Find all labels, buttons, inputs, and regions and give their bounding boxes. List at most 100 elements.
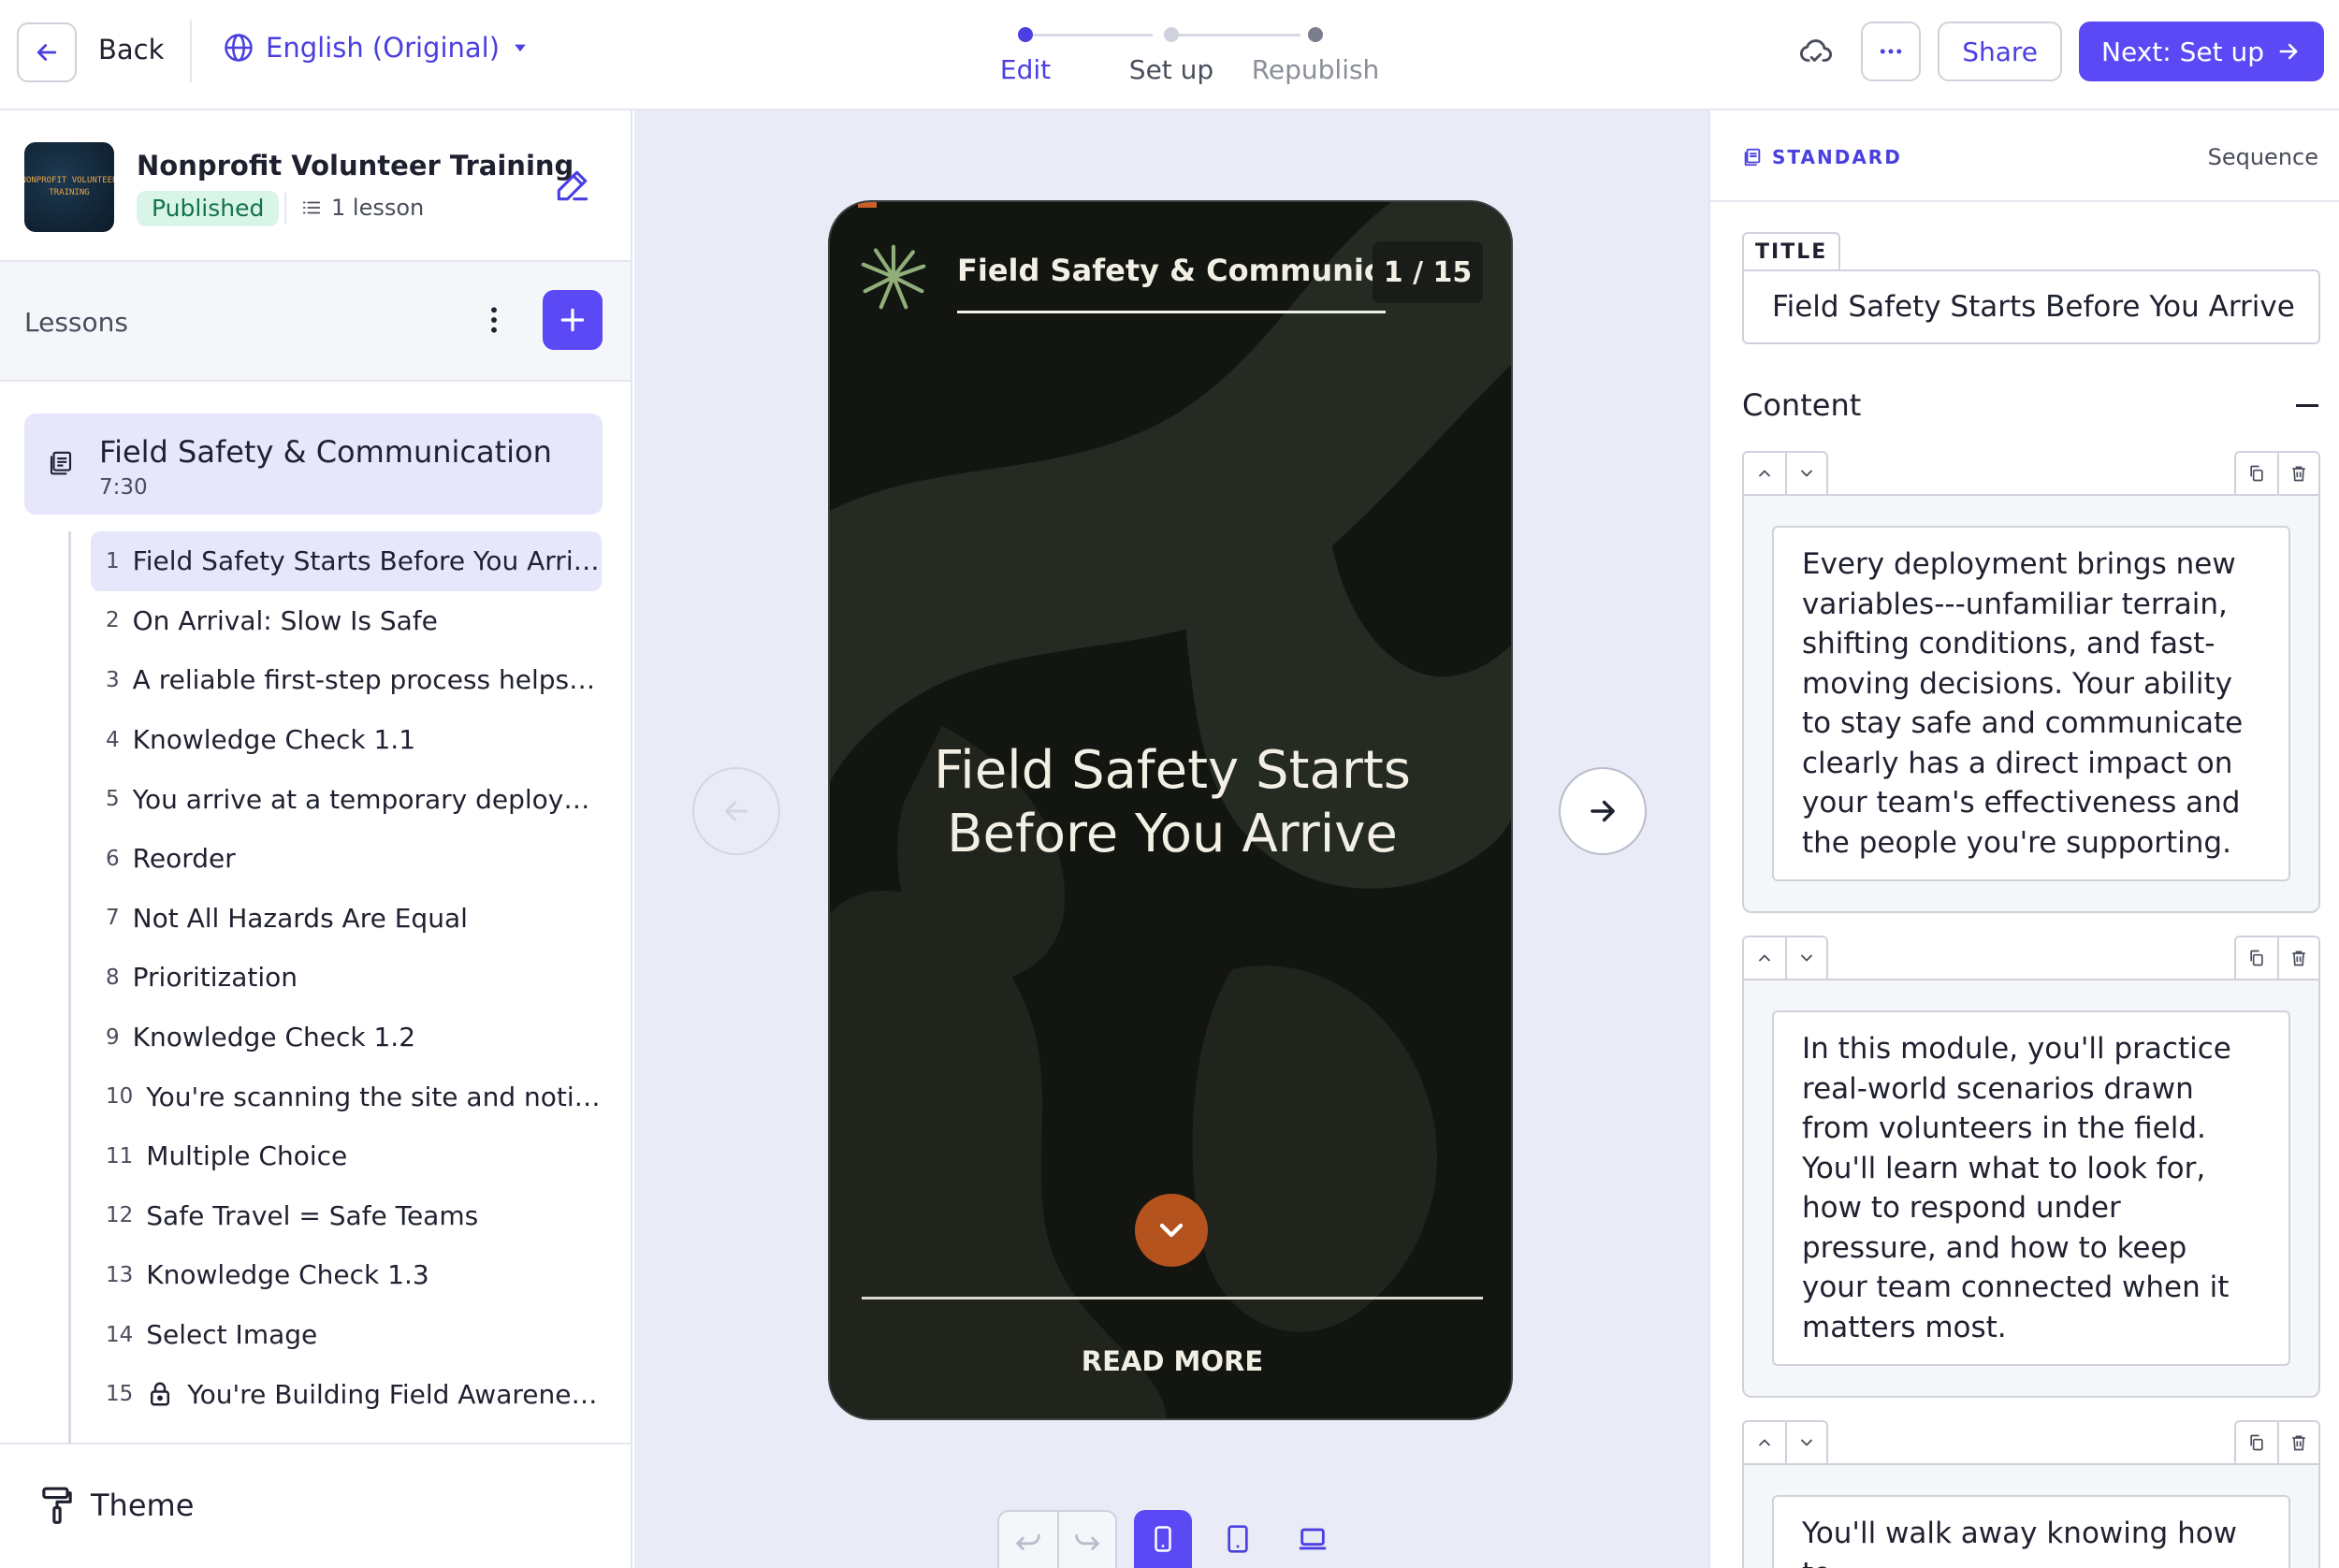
step-dot-setup	[1164, 27, 1179, 42]
slide-number: 2	[106, 608, 120, 633]
phone-icon	[1155, 1526, 1171, 1552]
slide-item-14[interactable]: 14 Select Image	[91, 1305, 602, 1365]
tablet-view-button[interactable]	[1209, 1510, 1267, 1568]
slide-number: 8	[106, 965, 120, 990]
course-thumbnail[interactable]: NONPROFIT VOLUNTEER TRAINING	[24, 142, 114, 232]
content-block-3: You'll walk away knowing how to:	[1742, 1420, 2320, 1568]
more-options-button[interactable]	[1861, 22, 1922, 81]
thumbnail-line-2: TRAINING	[49, 188, 90, 197]
slide-item-2[interactable]: 2 On Arrival: Slow Is Safe	[91, 591, 602, 651]
slide-item-8[interactable]: 8 Prioritization	[91, 948, 602, 1008]
slide-item-5[interactable]: 5 You arrive at a temporary deploym...	[91, 769, 602, 829]
plus-icon	[560, 308, 585, 332]
scroll-down-button[interactable]	[1135, 1194, 1208, 1267]
more-vertical-icon	[491, 307, 497, 333]
previous-slide-button[interactable]	[692, 767, 780, 855]
slide-number: 3	[106, 667, 120, 692]
move-up-button[interactable]	[1744, 1422, 1785, 1463]
delete-block-button[interactable]	[2277, 453, 2318, 494]
move-down-button[interactable]	[1785, 453, 1826, 494]
lessons-toolbar: Lessons	[0, 262, 631, 382]
slide-title: Field Safety Starts Before You Arrive	[132, 545, 602, 577]
delete-block-button[interactable]	[2277, 937, 2318, 979]
block-body: You'll walk away knowing how to:	[1742, 1463, 2320, 1568]
share-button[interactable]: Share	[1938, 22, 2063, 81]
slide-number: 9	[106, 1024, 120, 1050]
undo-icon	[1016, 1533, 1040, 1550]
step-republish[interactable]: Republish	[1252, 54, 1380, 85]
lesson-item[interactable]: Field Safety & Communication 7:30	[24, 414, 603, 515]
move-up-button[interactable]	[1744, 937, 1785, 979]
list-icon	[302, 201, 321, 214]
duplicate-block-button[interactable]	[2236, 1422, 2277, 1463]
next-setup-button[interactable]: Next: Set up	[2079, 22, 2324, 81]
slide-number: 5	[106, 787, 120, 812]
slide-title: Knowledge Check 1.3	[146, 1259, 429, 1291]
lesson-count-label: 1 lesson	[331, 195, 425, 221]
slide-item-10[interactable]: 10 You're scanning the site and notic...	[91, 1067, 602, 1126]
chevron-down-icon	[1801, 470, 1812, 477]
chevron-down-icon	[1801, 954, 1812, 962]
slide-number: 7	[106, 906, 120, 931]
chevron-up-icon	[1759, 470, 1770, 477]
content-block-2: In this module, you'll practice real-wor…	[1742, 936, 2320, 1398]
step-setup[interactable]: Set up	[1129, 54, 1213, 85]
chevron-down-icon	[1801, 1439, 1812, 1446]
chevron-down-icon	[1159, 1223, 1184, 1238]
slide-item-4[interactable]: 4 Knowledge Check 1.1	[91, 710, 602, 770]
slide-item-1[interactable]: 1 Field Safety Starts Before You Arrive	[91, 531, 602, 591]
slide-item-7[interactable]: 7 Not All Hazards Are Equal	[91, 889, 602, 949]
block-text-editor[interactable]: You'll walk away knowing how to:	[1772, 1495, 2290, 1568]
arrow-left-icon	[725, 801, 748, 821]
next-slide-button[interactable]	[1559, 767, 1647, 855]
slide-title: A reliable first-step process helps y...	[132, 664, 602, 696]
duplicate-block-button[interactable]	[2236, 937, 2277, 979]
slide-item-15[interactable]: 15 You're Building Field Awareness!	[91, 1364, 602, 1424]
slide-number: 4	[106, 727, 120, 752]
edit-course-button[interactable]	[552, 165, 593, 206]
sequence-link[interactable]: Sequence	[2208, 144, 2318, 170]
trash-icon	[2292, 466, 2305, 482]
mobile-view-button[interactable]	[1134, 1510, 1192, 1568]
add-lesson-button[interactable]	[543, 290, 603, 350]
block-actions	[2234, 451, 2320, 494]
slide-item-6[interactable]: 6 Reorder	[91, 829, 602, 889]
lessons-menu-button[interactable]	[475, 299, 513, 341]
arrow-left-icon	[36, 44, 57, 61]
undo-button[interactable]	[999, 1512, 1057, 1568]
duplicate-block-button[interactable]	[2236, 453, 2277, 494]
block-text-editor[interactable]: Every deployment brings new variables---…	[1772, 526, 2290, 881]
cloud-sync-button[interactable]	[1788, 23, 1844, 80]
block-body: In this module, you'll practice real-wor…	[1742, 979, 2320, 1398]
block-controls	[1742, 451, 2320, 494]
delete-block-button[interactable]	[2277, 1422, 2318, 1463]
desktop-view-button[interactable]	[1284, 1510, 1342, 1568]
slide-item-12[interactable]: 12 Safe Travel = Safe Teams	[91, 1186, 602, 1246]
language-selector[interactable]: English (Original)	[223, 32, 530, 64]
block-text-editor[interactable]: In this module, you'll practice real-wor…	[1772, 1010, 2290, 1366]
step-edit[interactable]: Edit	[1000, 54, 1051, 85]
read-more-button[interactable]: READ MORE	[830, 1345, 1511, 1377]
slide-counter: 1 / 15	[1373, 241, 1483, 303]
redo-button[interactable]	[1057, 1512, 1115, 1568]
move-down-button[interactable]	[1785, 937, 1826, 979]
collapse-content-button[interactable]	[2296, 404, 2318, 407]
slide-item-13[interactable]: 13 Knowledge Check 1.3	[91, 1245, 602, 1305]
back-button[interactable]	[17, 22, 77, 82]
slide-title: Prioritization	[132, 962, 298, 994]
block-controls	[1742, 1420, 2320, 1463]
title-input[interactable]: Field Safety Starts Before You Arrive	[1742, 269, 2320, 344]
slide-number: 14	[106, 1322, 134, 1347]
slide-title: Safe Travel = Safe Teams	[146, 1199, 479, 1231]
slide-item-3[interactable]: 3 A reliable first-step process helps y..…	[91, 650, 602, 710]
move-up-button[interactable]	[1744, 453, 1785, 494]
move-down-button[interactable]	[1785, 1422, 1826, 1463]
slide-type[interactable]: STANDARD	[1742, 146, 1902, 168]
copy-icon	[2250, 950, 2263, 966]
back-label[interactable]: Back	[98, 34, 164, 65]
arrow-right-icon	[1591, 800, 1615, 822]
slide-item-11[interactable]: 11 Multiple Choice	[91, 1126, 602, 1186]
slide-item-9[interactable]: 9 Knowledge Check 1.2	[91, 1008, 602, 1067]
theme-button[interactable]: Theme	[0, 1443, 631, 1568]
slide-title: Not All Hazards Are Equal	[132, 902, 468, 934]
